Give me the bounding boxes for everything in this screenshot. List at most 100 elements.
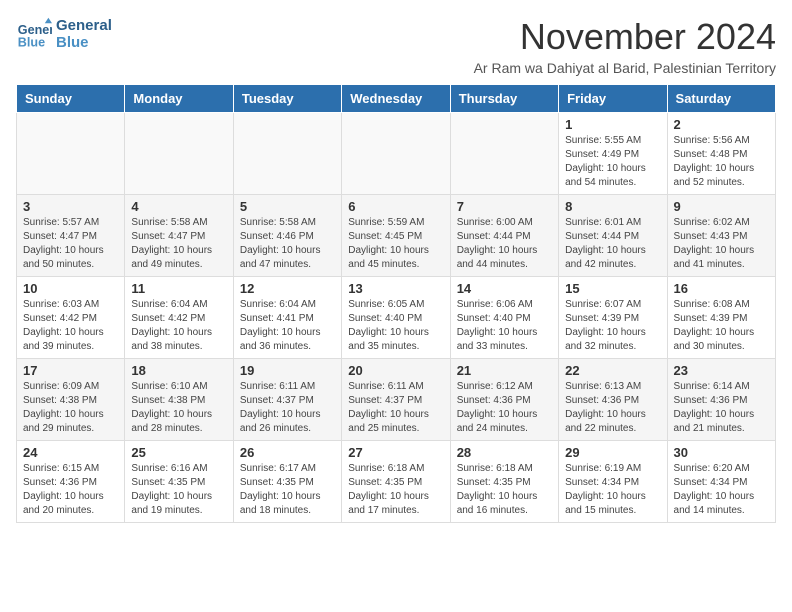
calendar-cell: 12 Sunrise: 6:04 AM Sunset: 4:41 PM Dayli…: [233, 277, 341, 359]
day-info: Sunrise: 6:08 AM Sunset: 4:39 PM Dayligh…: [674, 298, 769, 354]
day-number: 15: [565, 281, 660, 296]
day-number: 5: [240, 199, 335, 214]
calendar-cell: 18 Sunrise: 6:10 AM Sunset: 4:38 PM Dayli…: [125, 359, 233, 441]
day-number: 7: [457, 199, 552, 214]
page-header: General Blue General Blue November 2024 …: [16, 16, 776, 76]
day-info: Sunrise: 6:14 AM Sunset: 4:36 PM Dayligh…: [674, 380, 769, 436]
day-number: 25: [131, 445, 226, 460]
day-number: 12: [240, 281, 335, 296]
day-number: 28: [457, 445, 552, 460]
day-info: Sunrise: 6:11 AM Sunset: 4:37 PM Dayligh…: [348, 380, 443, 436]
day-info: Sunrise: 6:07 AM Sunset: 4:39 PM Dayligh…: [565, 298, 660, 354]
weekday-header-row: SundayMondayTuesdayWednesdayThursdayFrid…: [17, 85, 776, 113]
day-number: 6: [348, 199, 443, 214]
weekday-header: Sunday: [17, 85, 125, 113]
calendar-week-row: 3 Sunrise: 5:57 AM Sunset: 4:47 PM Daylig…: [17, 195, 776, 277]
calendar-cell: 3 Sunrise: 5:57 AM Sunset: 4:47 PM Daylig…: [17, 195, 125, 277]
calendar-week-row: 17Sunrise: 6:09 AM Sunset: 4:38 PM Dayli…: [17, 359, 776, 441]
day-number: 26: [240, 445, 335, 460]
day-info: Sunrise: 6:11 AM Sunset: 4:37 PM Dayligh…: [240, 380, 335, 436]
logo: General Blue General Blue: [16, 16, 112, 52]
calendar-week-row: 1Sunrise: 5:55 AM Sunset: 4:49 PM Daylig…: [17, 113, 776, 195]
day-number: 14: [457, 281, 552, 296]
calendar-cell: 20 Sunrise: 6:11 AM Sunset: 4:37 PM Dayli…: [342, 359, 450, 441]
calendar-cell: [450, 113, 558, 195]
calendar-cell: [125, 113, 233, 195]
calendar-cell: 15 Sunrise: 6:07 AM Sunset: 4:39 PM Dayli…: [559, 277, 667, 359]
weekday-header: Monday: [125, 85, 233, 113]
calendar-cell: 14Sunrise: 6:06 AM Sunset: 4:40 PM Dayli…: [450, 277, 558, 359]
day-info: Sunrise: 5:56 AM Sunset: 4:48 PM Dayligh…: [674, 134, 769, 190]
weekday-header: Wednesday: [342, 85, 450, 113]
day-info: Sunrise: 6:18 AM Sunset: 4:35 PM Dayligh…: [457, 462, 552, 518]
day-number: 18: [131, 363, 226, 378]
day-info: Sunrise: 6:10 AM Sunset: 4:38 PM Dayligh…: [131, 380, 226, 436]
day-number: 22: [565, 363, 660, 378]
day-number: 16: [674, 281, 769, 296]
day-number: 13: [348, 281, 443, 296]
calendar-cell: 29Sunrise: 6:19 AM Sunset: 4:34 PM Dayli…: [559, 441, 667, 523]
day-info: Sunrise: 6:16 AM Sunset: 4:35 PM Dayligh…: [131, 462, 226, 518]
day-number: 2: [674, 117, 769, 132]
subtitle: Ar Ram wa Dahiyat al Barid, Palestinian …: [474, 60, 776, 76]
day-info: Sunrise: 6:05 AM Sunset: 4:40 PM Dayligh…: [348, 298, 443, 354]
svg-text:Blue: Blue: [18, 36, 45, 50]
day-info: Sunrise: 6:18 AM Sunset: 4:35 PM Dayligh…: [348, 462, 443, 518]
day-info: Sunrise: 6:12 AM Sunset: 4:36 PM Dayligh…: [457, 380, 552, 436]
logo-line2: Blue: [56, 34, 112, 51]
calendar-cell: 28 Sunrise: 6:18 AM Sunset: 4:35 PM Dayli…: [450, 441, 558, 523]
calendar: SundayMondayTuesdayWednesdayThursdayFrid…: [16, 84, 776, 523]
calendar-cell: [342, 113, 450, 195]
day-info: Sunrise: 6:02 AM Sunset: 4:43 PM Dayligh…: [674, 216, 769, 272]
day-number: 23: [674, 363, 769, 378]
calendar-cell: 11 Sunrise: 6:04 AM Sunset: 4:42 PM Dayli…: [125, 277, 233, 359]
calendar-cell: [17, 113, 125, 195]
logo-icon: General Blue: [16, 16, 52, 52]
title-area: November 2024 Ar Ram wa Dahiyat al Barid…: [474, 16, 776, 76]
day-info: Sunrise: 6:20 AM Sunset: 4:34 PM Dayligh…: [674, 462, 769, 518]
calendar-week-row: 10 Sunrise: 6:03 AM Sunset: 4:42 PM Dayli…: [17, 277, 776, 359]
day-number: 4: [131, 199, 226, 214]
day-number: 3: [23, 199, 118, 214]
calendar-week-row: 24Sunrise: 6:15 AM Sunset: 4:36 PM Dayli…: [17, 441, 776, 523]
day-number: 27: [348, 445, 443, 460]
weekday-header: Saturday: [667, 85, 775, 113]
day-info: Sunrise: 6:15 AM Sunset: 4:36 PM Dayligh…: [23, 462, 118, 518]
day-number: 9: [674, 199, 769, 214]
day-number: 11: [131, 281, 226, 296]
calendar-cell: 17Sunrise: 6:09 AM Sunset: 4:38 PM Dayli…: [17, 359, 125, 441]
calendar-cell: 10 Sunrise: 6:03 AM Sunset: 4:42 PM Dayli…: [17, 277, 125, 359]
calendar-cell: [233, 113, 341, 195]
day-number: 8: [565, 199, 660, 214]
calendar-cell: 7 Sunrise: 6:00 AM Sunset: 4:44 PM Daylig…: [450, 195, 558, 277]
day-info: Sunrise: 6:03 AM Sunset: 4:42 PM Dayligh…: [23, 298, 118, 354]
day-info: Sunrise: 6:13 AM Sunset: 4:36 PM Dayligh…: [565, 380, 660, 436]
day-info: Sunrise: 6:04 AM Sunset: 4:42 PM Dayligh…: [131, 298, 226, 354]
weekday-header: Tuesday: [233, 85, 341, 113]
calendar-cell: 13 Sunrise: 6:05 AM Sunset: 4:40 PM Dayli…: [342, 277, 450, 359]
calendar-cell: 8 Sunrise: 6:01 AM Sunset: 4:44 PM Daylig…: [559, 195, 667, 277]
calendar-cell: 1Sunrise: 5:55 AM Sunset: 4:49 PM Daylig…: [559, 113, 667, 195]
calendar-cell: 30 Sunrise: 6:20 AM Sunset: 4:34 PM Dayli…: [667, 441, 775, 523]
calendar-cell: 16 Sunrise: 6:08 AM Sunset: 4:39 PM Dayli…: [667, 277, 775, 359]
day-number: 19: [240, 363, 335, 378]
calendar-cell: 26Sunrise: 6:17 AM Sunset: 4:35 PM Dayli…: [233, 441, 341, 523]
day-info: Sunrise: 6:01 AM Sunset: 4:44 PM Dayligh…: [565, 216, 660, 272]
day-number: 21: [457, 363, 552, 378]
day-number: 1: [565, 117, 660, 132]
day-info: Sunrise: 6:00 AM Sunset: 4:44 PM Dayligh…: [457, 216, 552, 272]
calendar-cell: 6 Sunrise: 5:59 AM Sunset: 4:45 PM Daylig…: [342, 195, 450, 277]
day-info: Sunrise: 5:57 AM Sunset: 4:47 PM Dayligh…: [23, 216, 118, 272]
calendar-cell: 4 Sunrise: 5:58 AM Sunset: 4:47 PM Daylig…: [125, 195, 233, 277]
day-info: Sunrise: 6:04 AM Sunset: 4:41 PM Dayligh…: [240, 298, 335, 354]
day-info: Sunrise: 5:59 AM Sunset: 4:45 PM Dayligh…: [348, 216, 443, 272]
logo-line1: General: [56, 17, 112, 34]
calendar-cell: 21 Sunrise: 6:12 AM Sunset: 4:36 PM Dayli…: [450, 359, 558, 441]
day-number: 10: [23, 281, 118, 296]
day-info: Sunrise: 5:58 AM Sunset: 4:47 PM Dayligh…: [131, 216, 226, 272]
month-title: November 2024: [474, 16, 776, 58]
day-number: 30: [674, 445, 769, 460]
day-number: 20: [348, 363, 443, 378]
calendar-cell: 25 Sunrise: 6:16 AM Sunset: 4:35 PM Dayli…: [125, 441, 233, 523]
calendar-cell: 2 Sunrise: 5:56 AM Sunset: 4:48 PM Daylig…: [667, 113, 775, 195]
